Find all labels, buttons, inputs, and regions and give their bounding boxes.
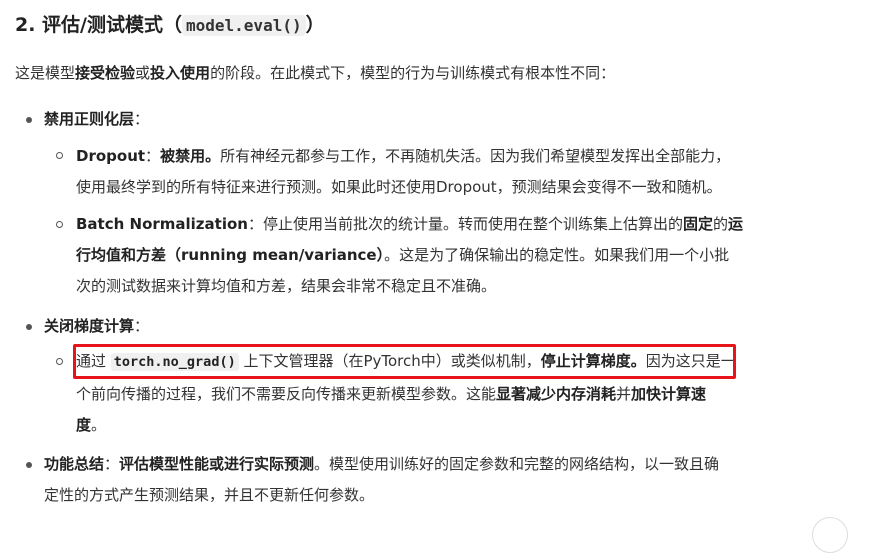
list-item-batchnorm: Batch Normalization：停止使用当前批次的统计量。转而使用在整个… [76, 215, 744, 233]
nograd-line-3: 度。 [76, 416, 107, 434]
bullet-disc-icon [26, 462, 32, 468]
bullet-disc-icon [26, 117, 32, 123]
intro-paragraph: 这是模型接受检验或投入使用的阶段。在此模式下，模型的行为与训练模式有根本性不同： [15, 64, 616, 82]
list-item-regularization: 禁用正则化层： [44, 110, 150, 128]
bullet-circle-icon [56, 152, 63, 159]
bullet-circle-icon [56, 358, 63, 365]
list-item-summary: 功能总结：评估模型性能或进行实际预测。模型使用训练好的固定参数和完整的网络结构，… [44, 455, 720, 473]
heading-suffix: ） [305, 14, 325, 36]
heading-text: 2. 评估/测试模式（ [15, 14, 182, 36]
heading-code: model.eval() [182, 15, 306, 36]
summary-line-2: 定性的方式产生预测结果，并且不更新任何参数。 [44, 486, 375, 504]
bullet-circle-icon [56, 221, 63, 228]
dropout-line-2: 使用最终学到的所有特征来进行预测。如果此时还使用Dropout，预测结果会变得不… [76, 178, 722, 196]
document: 2. 评估/测试模式（ model.eval()） 这是模型接受检验或投入使用的阶… [0, 0, 889, 553]
red-highlight-box [73, 344, 736, 379]
nograd-line-2: 个前向传播的过程，我们不需要反向传播来更新模型参数。这能显著减少内存消耗并加快计… [76, 385, 707, 403]
bullet-disc-icon [26, 324, 32, 330]
batchnorm-line-2: 行均值和方差（running mean/variance）。这是为了确保输出的稳… [76, 246, 730, 264]
batchnorm-line-3: 次的测试数据来计算均值和方差，结果会非常不稳定且不准确。 [76, 277, 497, 295]
list-item-dropout: Dropout：被禁用。所有神经元都参与工作，不再随机失活。因为我们希望模型发挥… [76, 147, 731, 165]
scroll-button[interactable] [812, 517, 848, 553]
section-heading: 2. 评估/测试模式（ model.eval()） [15, 10, 325, 41]
list-item-gradient: 关闭梯度计算： [44, 317, 150, 335]
